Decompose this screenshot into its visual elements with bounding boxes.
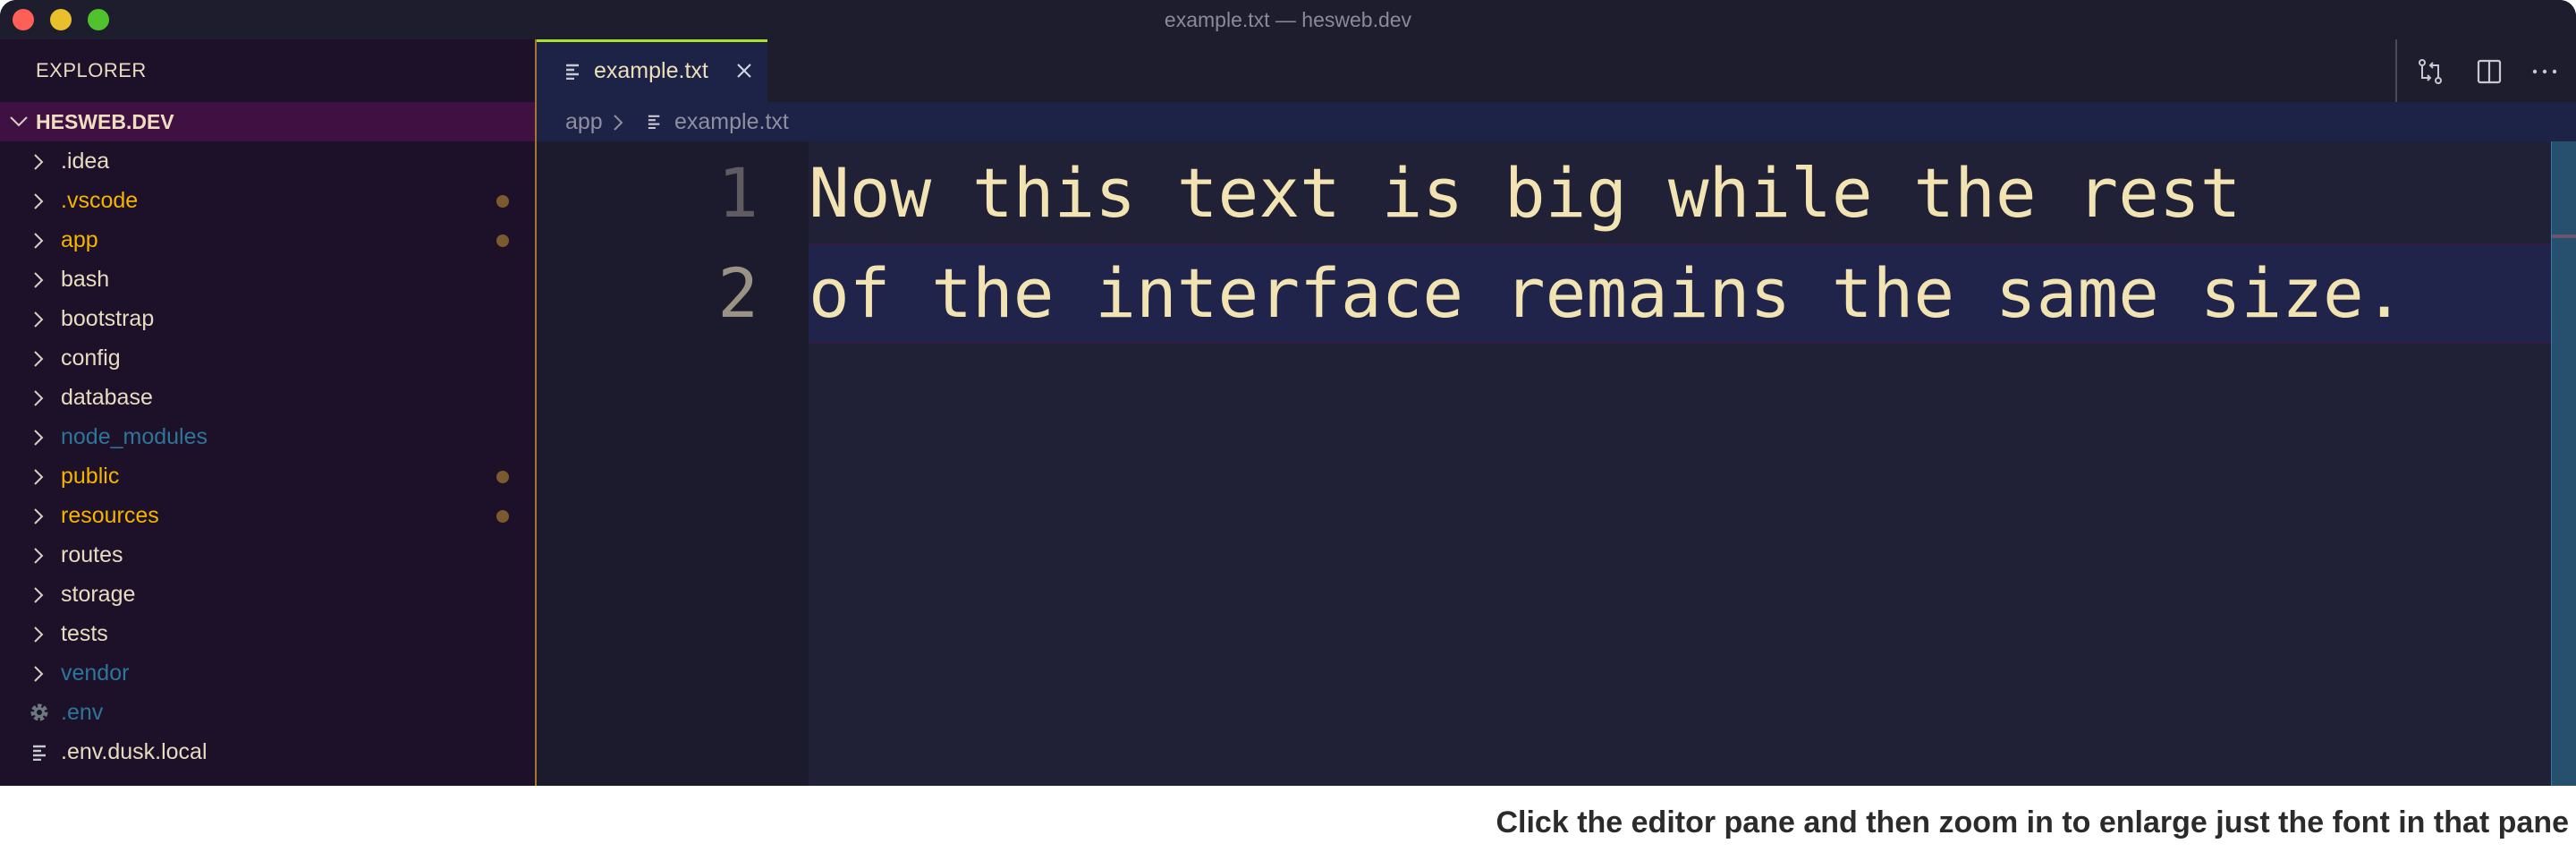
tab-bar: example.txt <box>537 39 2576 102</box>
tree-item[interactable]: routes <box>0 535 535 575</box>
tree-item[interactable]: public <box>0 456 535 496</box>
cursor-position-marker <box>2552 234 2576 238</box>
text-file-icon <box>648 115 660 129</box>
tree-item[interactable]: database <box>0 378 535 417</box>
tree-item[interactable]: resources <box>0 496 535 535</box>
breadcrumb: app example.txt <box>537 102 2576 141</box>
tree-item-label: storage <box>61 582 136 607</box>
workspace-root[interactable]: HESWEB.DEV <box>0 102 535 141</box>
chevron-right-icon <box>34 311 44 328</box>
tree-item[interactable]: config <box>0 338 535 378</box>
line-text: of the interface remains the same size. <box>809 253 2405 333</box>
explorer-header: EXPLORER <box>36 59 147 81</box>
vscode-window: example.txt — hesweb.dev EXPLORER HESWEB… <box>0 0 2576 786</box>
tree-item[interactable]: .env.dusk.local <box>0 732 535 771</box>
window-title: example.txt — hesweb.dev <box>1164 8 1412 31</box>
caption: Click the editor pane and then zoom in t… <box>1496 805 2569 839</box>
tree-item-label: routes <box>61 542 123 567</box>
vertical-scrollbar[interactable] <box>2551 141 2576 786</box>
tree-item[interactable]: node_modules <box>0 417 535 456</box>
line-number: 1 <box>717 153 758 233</box>
tree-item[interactable]: tests <box>0 614 535 653</box>
tree-item-label: .env <box>61 700 104 725</box>
chevron-right-icon <box>614 115 623 131</box>
more-actions-icon[interactable] <box>2531 58 2558 85</box>
editor-line[interactable]: 1 Now this text is big while the rest <box>537 143 2551 243</box>
modified-indicator <box>496 471 509 483</box>
tree-item-label: app <box>61 227 98 252</box>
breadcrumb-folder[interactable]: app <box>565 102 603 141</box>
title-bar: example.txt — hesweb.dev <box>0 0 2576 39</box>
tree-item[interactable]: vendor <box>0 653 535 693</box>
chevron-down-icon <box>10 116 28 127</box>
tree-item-label: resources <box>61 503 159 528</box>
chevron-right-icon <box>34 626 44 643</box>
chevron-right-icon <box>34 154 44 170</box>
editor-line[interactable]: 2 of the interface remains the same size… <box>537 243 2551 344</box>
breadcrumb-file[interactable]: example.txt <box>674 102 789 141</box>
chevron-right-icon <box>34 548 44 564</box>
gear-icon <box>30 703 48 721</box>
workspace-root-label: HESWEB.DEV <box>36 110 174 133</box>
tree-item[interactable]: bash <box>0 260 535 299</box>
tree-item[interactable]: storage <box>0 575 535 614</box>
chevron-right-icon <box>34 587 44 603</box>
line-number: 2 <box>717 253 758 333</box>
tree-item-label: node_modules <box>61 424 208 449</box>
compare-changes-icon[interactable] <box>2417 58 2444 85</box>
tree-item[interactable]: .idea <box>0 141 535 181</box>
tab-label: example.txt <box>594 58 708 83</box>
line-text: Now this text is big while the rest <box>809 153 2241 233</box>
text-file-icon <box>566 64 579 80</box>
chevron-right-icon <box>34 233 44 249</box>
chevron-right-icon <box>34 193 44 209</box>
text-file-icon <box>33 745 46 761</box>
file-tree: .idea .vscode app bash bootstrap config databa… <box>0 141 535 771</box>
tree-item-label: .idea <box>61 149 110 174</box>
explorer-sidebar: EXPLORER HESWEB.DEV .idea .vscode app bash b… <box>0 39 537 786</box>
tree-item[interactable]: app <box>0 220 535 260</box>
close-icon[interactable] <box>735 62 753 80</box>
tree-item-label: .env.dusk.local <box>61 739 208 764</box>
split-editor-icon[interactable] <box>2476 58 2503 85</box>
chevron-right-icon <box>34 508 44 524</box>
chevron-right-icon <box>34 430 44 446</box>
tab-example-txt[interactable]: example.txt <box>537 39 767 102</box>
modified-indicator <box>496 510 509 523</box>
chevron-right-icon <box>34 469 44 485</box>
tree-item-label: tests <box>61 621 108 646</box>
chevron-right-icon <box>34 390 44 406</box>
tree-item[interactable]: .env <box>0 693 535 732</box>
modified-indicator <box>496 234 509 247</box>
tree-item-label: bash <box>61 267 110 292</box>
chevron-right-icon <box>34 272 44 288</box>
chevron-right-icon <box>34 666 44 682</box>
tree-item-label: .vscode <box>61 188 139 213</box>
tree-item-label: config <box>61 345 121 371</box>
tree-item-label: bootstrap <box>61 306 155 331</box>
tree-item-label: public <box>61 464 120 489</box>
tree-item-label: database <box>61 385 153 410</box>
chevron-right-icon <box>34 351 44 367</box>
tree-item[interactable]: bootstrap <box>0 299 535 338</box>
editor-pane[interactable]: 1 Now this text is big while the rest 2 … <box>537 141 2576 786</box>
tree-item-label: vendor <box>61 660 130 686</box>
tree-item[interactable]: .vscode <box>0 181 535 220</box>
modified-indicator <box>496 195 509 208</box>
tab-bar-divider <box>2395 39 2397 102</box>
